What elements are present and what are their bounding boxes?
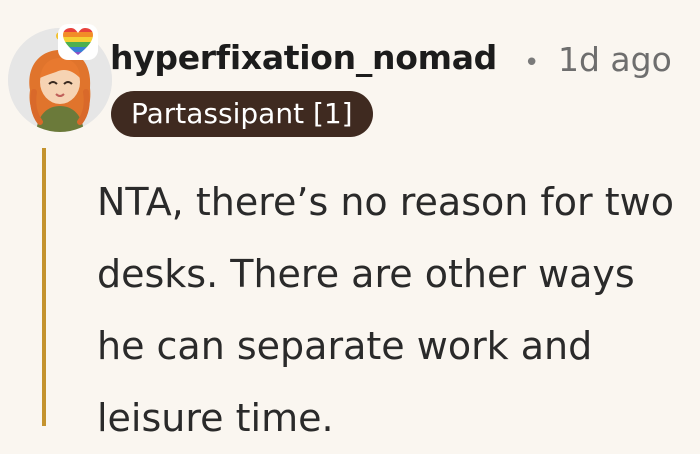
- user-flair-badge: Partassipant [1]: [111, 91, 373, 137]
- comment-body: NTA, there’s no reason for two desks. Th…: [97, 180, 674, 440]
- thread-line[interactable]: [42, 148, 46, 426]
- separator-dot: •: [524, 48, 540, 78]
- rainbow-heart-badge: [58, 24, 98, 60]
- timestamp[interactable]: 1d ago: [558, 40, 672, 79]
- username-link[interactable]: hyperfixation_nomad: [110, 38, 497, 77]
- comment: hyperfixation_nomad • 1d ago Partassipan…: [0, 0, 700, 440]
- rainbow-heart-icon: [63, 28, 93, 55]
